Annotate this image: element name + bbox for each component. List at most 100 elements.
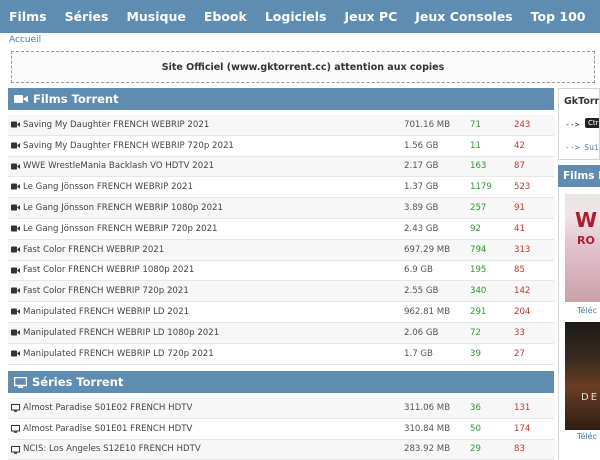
sidebar-arrow: --> <box>565 120 580 129</box>
video-camera-icon <box>11 163 20 170</box>
seeders-count: 50 <box>470 423 481 434</box>
leechers-count: 142 <box>514 286 531 297</box>
download-link[interactable]: Téléc <box>577 306 597 315</box>
sidebar-info-box: GkTorre --> Ctrl --> Suiv <box>558 88 600 160</box>
torrent-size: 2.43 GB <box>404 223 439 234</box>
seeders-count: 1179 <box>470 182 492 193</box>
torrent-size: 1.7 GB <box>404 348 433 359</box>
torrent-row[interactable]: Fast Color FRENCH WEBRIP 720p 2021 2.55 G… <box>8 281 554 303</box>
seeders-count: 794 <box>470 244 487 255</box>
notice-text: Site Officiel (www.gktorrent.cc) attenti… <box>161 61 445 73</box>
seeders-count: 163 <box>470 161 487 172</box>
torrent-name[interactable]: Le Gang Jönsson FRENCH WEBRIP 720p 2021 <box>23 224 218 234</box>
nav-top-100[interactable]: Top 100 <box>522 9 595 24</box>
series-section-title: Séries Torrent <box>32 375 124 389</box>
torrent-name[interactable]: Fast Color FRENCH WEBRIP 720p 2021 <box>23 286 189 296</box>
monitor-icon <box>11 404 20 412</box>
seeders-count: 11 <box>470 140 481 151</box>
seeders-count: 92 <box>470 223 481 234</box>
torrent-name[interactable]: Fast Color FRENCH WEBRIP 1080p 2021 <box>23 265 194 275</box>
video-camera-icon <box>11 308 20 315</box>
torrent-name[interactable]: Fast Color FRENCH WEBRIP 2021 <box>23 245 164 255</box>
seeders-count: 36 <box>470 402 481 413</box>
torrent-name[interactable]: Saving My Daughter FRENCH WEBRIP 2021 <box>23 120 209 130</box>
torrent-row[interactable]: Saving My Daughter FRENCH WEBRIP 2021 701… <box>8 115 554 136</box>
torrent-row[interactable]: Le Gang Jönsson FRENCH WEBRIP 1080p 2021… <box>8 198 554 219</box>
leechers-count: 83 <box>514 444 525 455</box>
leechers-count: 243 <box>514 119 531 130</box>
monitor-icon <box>14 376 27 388</box>
torrent-name[interactable]: Le Gang Jönsson FRENCH WEBRIP 2021 <box>23 182 193 192</box>
torrent-row[interactable]: Le Gang Jönsson FRENCH WEBRIP 2021 1.37 G… <box>8 177 554 199</box>
nav-jeux-pc[interactable]: Jeux PC <box>336 9 407 24</box>
leechers-count: 313 <box>514 244 531 255</box>
poster-subtitle-text: RO <box>577 234 595 247</box>
video-camera-icon <box>11 287 20 294</box>
nav-musique[interactable]: Musique <box>117 9 194 24</box>
video-camera-icon <box>11 246 20 253</box>
nav-series[interactable]: Séries <box>56 9 118 24</box>
torrent-name[interactable]: Le Gang Jönsson FRENCH WEBRIP 1080p 2021 <box>23 203 223 213</box>
torrent-name[interactable]: Almost Paradise S01E02 FRENCH HDTV <box>23 403 192 413</box>
torrent-row[interactable]: Fast Color FRENCH WEBRIP 1080p 2021 6.9 G… <box>8 261 554 282</box>
leechers-count: 87 <box>514 161 525 172</box>
leechers-count: 523 <box>514 182 531 193</box>
torrent-size: 701.16 MB <box>404 119 451 130</box>
sidebar-next-link[interactable]: --> Suiv <box>565 143 599 152</box>
torrent-name[interactable]: Saving My Daughter FRENCH WEBRIP 720p 20… <box>23 141 234 151</box>
video-camera-icon <box>11 267 20 274</box>
nav-ebook[interactable]: Ebook <box>195 9 256 24</box>
torrent-size: 283.92 MB <box>404 444 451 455</box>
torrent-size: 697.29 MB <box>404 244 451 255</box>
torrent-row[interactable]: WWE WrestleMania Backlash VO HDTV 2021 2.… <box>8 156 554 178</box>
torrent-size: 2.55 GB <box>404 286 439 297</box>
leechers-count: 27 <box>514 348 525 359</box>
torrent-name[interactable]: Manipulated FRENCH WEBRIP LD 720p 2021 <box>23 349 214 359</box>
leechers-count: 33 <box>514 327 525 338</box>
nav-logiciels[interactable]: Logiciels <box>256 9 336 24</box>
ctrl-key-badge: Ctrl <box>585 118 599 128</box>
seeders-count: 29 <box>470 444 481 455</box>
movie-poster[interactable]: W RO <box>565 194 600 302</box>
torrent-row[interactable]: Fast Color FRENCH WEBRIP 2021 697.29 MB 79… <box>8 239 554 261</box>
torrent-row[interactable]: Le Gang Jönsson FRENCH WEBRIP 720p 2021 2… <box>8 219 554 240</box>
torrent-row[interactable]: Almost Paradise S01E01 FRENCH HDTV 310.84… <box>8 419 554 440</box>
torrent-size: 1.37 GB <box>404 182 439 193</box>
movie-poster[interactable]: DE <box>565 322 600 430</box>
torrent-name[interactable]: Almost Paradise S01E01 FRENCH HDTV <box>23 424 192 434</box>
leechers-count: 91 <box>514 203 525 214</box>
monitor-icon <box>11 445 20 454</box>
nav-films[interactable]: Films <box>0 9 56 24</box>
torrent-row[interactable]: Almost Paradise S01E02 FRENCH HDTV 311.06… <box>8 398 554 419</box>
sidebar-box-title: GkTorre <box>564 96 600 107</box>
films-section-header: Films Torrent <box>8 88 554 110</box>
leechers-count: 85 <box>514 265 525 276</box>
torrent-size: 1.56 GB <box>404 140 439 151</box>
seeders-count: 340 <box>470 286 487 297</box>
download-link[interactable]: Téléc <box>577 432 597 441</box>
torrent-row[interactable]: Saving My Daughter FRENCH WEBRIP 720p 20… <box>8 136 554 157</box>
films-section-title: Films Torrent <box>33 92 119 106</box>
torrent-name[interactable]: Manipulated FRENCH WEBRIP LD 1080p 2021 <box>23 328 219 338</box>
torrent-name[interactable]: NCIS: Los Angeles S12E10 FRENCH HDTV <box>23 444 201 454</box>
torrent-row[interactable]: Manipulated FRENCH WEBRIP LD 2021 962.81 … <box>8 302 554 323</box>
torrent-row[interactable]: NCIS: Los Angeles S12E10 FRENCH HDTV 283.… <box>8 439 554 460</box>
torrent-size: 2.17 GB <box>404 161 439 172</box>
video-camera-icon <box>11 225 20 232</box>
leechers-count: 174 <box>514 423 531 434</box>
seeders-count: 195 <box>470 265 487 276</box>
monitor-icon <box>11 424 20 433</box>
torrent-name[interactable]: WWE WrestleMania Backlash VO HDTV 2021 <box>23 161 214 171</box>
leechers-count: 204 <box>514 307 531 318</box>
breadcrumb-home[interactable]: Accueil <box>9 35 41 45</box>
torrent-size: 6.9 GB <box>404 265 433 276</box>
sidebar-films-list: W RO Téléc DE Téléc <box>558 188 600 460</box>
video-camera-icon <box>14 95 28 103</box>
torrent-name[interactable]: Manipulated FRENCH WEBRIP LD 2021 <box>23 307 189 317</box>
series-section-header: Séries Torrent <box>8 371 554 393</box>
torrent-row[interactable]: Manipulated FRENCH WEBRIP LD 720p 2021 1.… <box>8 344 554 365</box>
series-table: Almost Paradise S01E02 FRENCH HDTV 311.06… <box>8 398 554 460</box>
seeders-count: 71 <box>470 119 481 130</box>
torrent-row[interactable]: Manipulated FRENCH WEBRIP LD 1080p 2021 2… <box>8 322 554 344</box>
nav-jeux-consoles[interactable]: Jeux Consoles <box>406 9 521 24</box>
